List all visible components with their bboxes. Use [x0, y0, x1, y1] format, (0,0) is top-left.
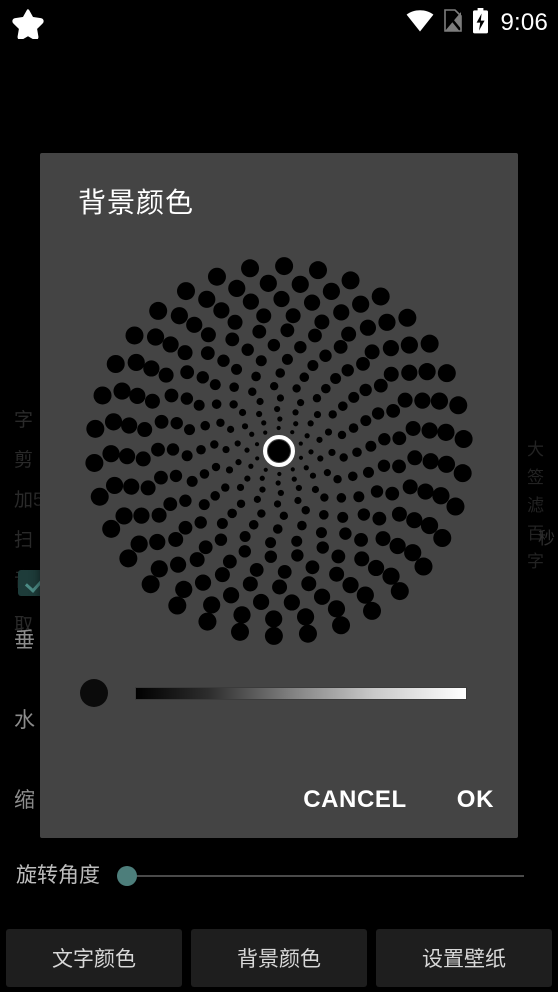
rotation-angle-track[interactable] [134, 875, 524, 877]
status-icons-group: 9:06 [406, 0, 548, 46]
dialog-title: 背景颜色 [78, 187, 195, 218]
brightness-slider[interactable] [40, 668, 518, 718]
status-bar: 9:06 [0, 0, 558, 46]
brightness-slider-track[interactable] [135, 687, 467, 700]
star-icon [12, 7, 44, 41]
color-picker-dialog: 背景颜色 CANCEL OK [40, 153, 518, 838]
battery-charging-icon [472, 7, 489, 39]
rotation-angle-row[interactable]: 旋转角度 [0, 858, 558, 900]
bg-label-horizontal: 水 [14, 709, 35, 732]
background-color-button[interactable]: 背景颜色 [191, 929, 367, 987]
status-time: 9:06 [500, 9, 548, 36]
bg-label-scale: 缩 [14, 789, 35, 812]
dialog-action-bar: CANCEL OK [299, 780, 498, 820]
brightness-slider-thumb[interactable] [80, 679, 108, 707]
color-wheel-picker[interactable] [59, 248, 499, 658]
no-sim-icon [443, 8, 463, 38]
bg-label-vertical: 垂 [14, 629, 35, 652]
color-wheel-selector [263, 435, 295, 467]
rotation-angle-label: 旋转角度 [16, 864, 100, 887]
set-wallpaper-button[interactable]: 设置壁纸 [376, 929, 552, 987]
wifi-icon [406, 9, 434, 37]
set-wallpaper-button-label: 设置壁纸 [422, 948, 506, 971]
text-color-button[interactable]: 文字颜色 [6, 929, 182, 987]
rotation-angle-thumb[interactable] [117, 866, 137, 886]
cancel-button[interactable]: CANCEL [299, 780, 411, 820]
text-color-button-label: 文字颜色 [52, 948, 136, 971]
bg-text-seconds: 秒 [538, 529, 555, 548]
background-color-button-label: 背景颜色 [237, 948, 321, 971]
bottom-button-bar: 文字颜色 背景颜色 设置壁纸 [0, 928, 558, 992]
ok-button[interactable]: OK [453, 780, 498, 820]
